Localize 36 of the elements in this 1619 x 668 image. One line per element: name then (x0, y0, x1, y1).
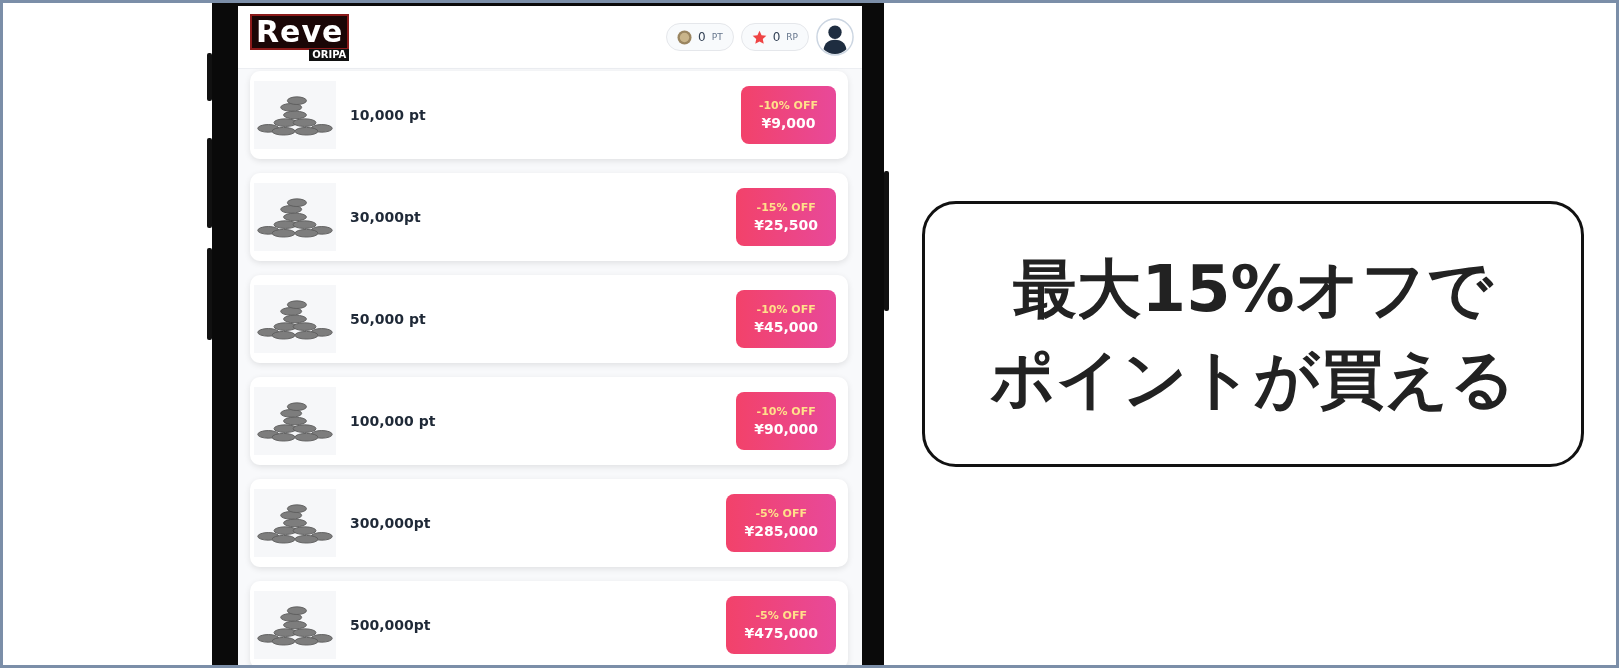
logo-title[interactable]: Reve (250, 13, 350, 50)
balance-unit: PT (711, 32, 723, 42)
package-card[interactable]: 500,000pt -5% OFF ¥475,000 (250, 581, 848, 665)
balance-value: 0 (698, 30, 706, 44)
points-amount: 50,000 pt (350, 311, 427, 327)
price-button[interactable]: -5% OFF ¥475,000 (726, 596, 836, 654)
avatar-icon[interactable] (816, 18, 854, 56)
points-amount: 10,000 pt (350, 107, 427, 123)
coin-stack-icon (256, 604, 334, 646)
balance-value: 0 (772, 30, 781, 44)
price-button[interactable]: -5% OFF ¥285,000 (726, 494, 836, 552)
callout-text: 最大15%オフで (1013, 251, 1493, 328)
price-button[interactable]: -10% OFF ¥45,000 (736, 290, 836, 348)
coin-stack-icon (256, 298, 334, 340)
points-amount: 300,000pt (350, 515, 432, 531)
points-amount: 30,000pt (350, 209, 422, 225)
coin-stack-icon (256, 502, 334, 544)
coin-icon (677, 29, 693, 45)
price-button[interactable]: -15% OFF ¥25,500 (736, 188, 836, 246)
package-card[interactable]: 300,000pt -5% OFF ¥285,000 (250, 479, 848, 567)
price-button[interactable]: -10% OFF ¥9,000 (740, 86, 836, 144)
package-card[interactable]: 30,000pt -15% OFF ¥25,500 (250, 173, 848, 261)
points-amount: 100,000 pt (350, 413, 437, 429)
points-amount: 500,000pt (350, 617, 432, 633)
star-icon (751, 29, 767, 45)
package-card[interactable]: 100,000 pt -10% OFF ¥90,000 (250, 377, 848, 465)
package-card[interactable]: 50,000 pt -10% OFF ¥45,000 (250, 275, 848, 363)
balance-pill[interactable]: 0 RP (740, 23, 809, 51)
coin-stack-icon (256, 400, 334, 442)
coin-stack-icon (256, 94, 334, 136)
balance-pill[interactable]: 0 PT (666, 23, 734, 51)
price-button[interactable]: -10% OFF ¥90,000 (736, 392, 836, 450)
package-card[interactable]: 10,000 pt -10% OFF ¥9,000 (250, 71, 848, 159)
balance-unit: RP (786, 32, 798, 42)
callout-text: ポイントが買える (990, 341, 1516, 418)
coin-stack-icon (256, 196, 334, 238)
